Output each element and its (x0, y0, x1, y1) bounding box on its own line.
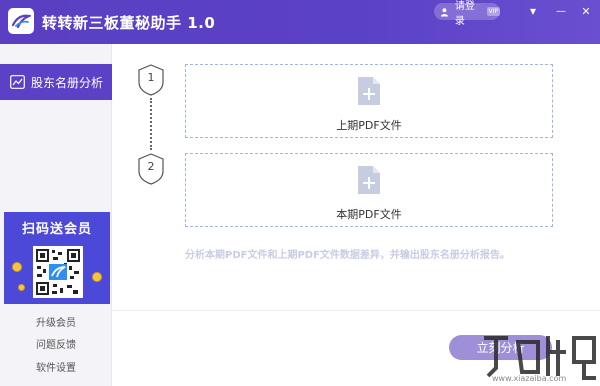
current-pdf-dropzone[interactable]: 本期PDF文件 (185, 153, 553, 227)
previous-pdf-dropzone[interactable]: 上期PDF文件 (185, 64, 553, 138)
user-icon (440, 7, 448, 16)
step-number: 2 (147, 160, 155, 173)
step-badge-1: 1 (137, 64, 165, 96)
hint-text: 分析本期PDF文件和上期PDF文件数据差异，并输出股东名册分析报告。 (185, 250, 510, 261)
divider (112, 310, 600, 311)
vip-badge: VIP (486, 7, 500, 16)
coin-icon (18, 284, 25, 291)
coin-icon (12, 262, 22, 272)
menu-dropdown-button[interactable]: ▾ (522, 2, 544, 20)
app-title: 转转新三板董秘助手 1.0 (42, 14, 216, 32)
add-file-icon (358, 166, 380, 194)
add-file-icon (358, 77, 380, 105)
dropzone-label: 本期PDF文件 (336, 208, 402, 221)
login-label: 请登录 (454, 0, 475, 27)
watermark-url: www.xiazaiba.com (492, 374, 567, 383)
promo-title: 扫码送会员 (21, 222, 92, 237)
qr-code (33, 246, 83, 298)
chart-icon (10, 75, 25, 89)
sidebar: 股东名册分析 扫码送会员 升级会员 问题反馈 软件设置 (0, 44, 112, 386)
promo-banner[interactable]: 扫码送会员 (4, 212, 110, 304)
login-button[interactable]: 请登录 VIP (434, 1, 500, 27)
step-number: 1 (147, 71, 155, 84)
sidebar-item-label: 股东名册分析 (31, 75, 104, 90)
sidebar-item-shareholder-analysis[interactable]: 股东名册分析 (0, 64, 112, 100)
coin-icon (92, 272, 102, 282)
close-button[interactable]: ✕ (575, 2, 597, 20)
sidebar-link-settings[interactable]: 软件设置 (0, 359, 112, 374)
sidebar-link-upgrade[interactable]: 升级会员 (0, 314, 112, 329)
app-logo-icon (8, 8, 34, 34)
step-badge-2: 2 (137, 153, 165, 185)
sidebar-link-feedback[interactable]: 问题反馈 (0, 336, 112, 351)
chevron-down-icon: ▾ (529, 4, 537, 18)
dropzone-label: 上期PDF文件 (336, 119, 402, 132)
close-icon: ✕ (581, 4, 591, 18)
minimize-button[interactable]: — (550, 2, 572, 20)
minimize-icon: — (556, 5, 566, 17)
step-connector (150, 98, 152, 150)
title-bar: 转转新三板董秘助手 1.0 请登录 VIP ▾ — ✕ (0, 0, 600, 44)
analyze-button[interactable]: 立刻分析 (449, 335, 552, 360)
